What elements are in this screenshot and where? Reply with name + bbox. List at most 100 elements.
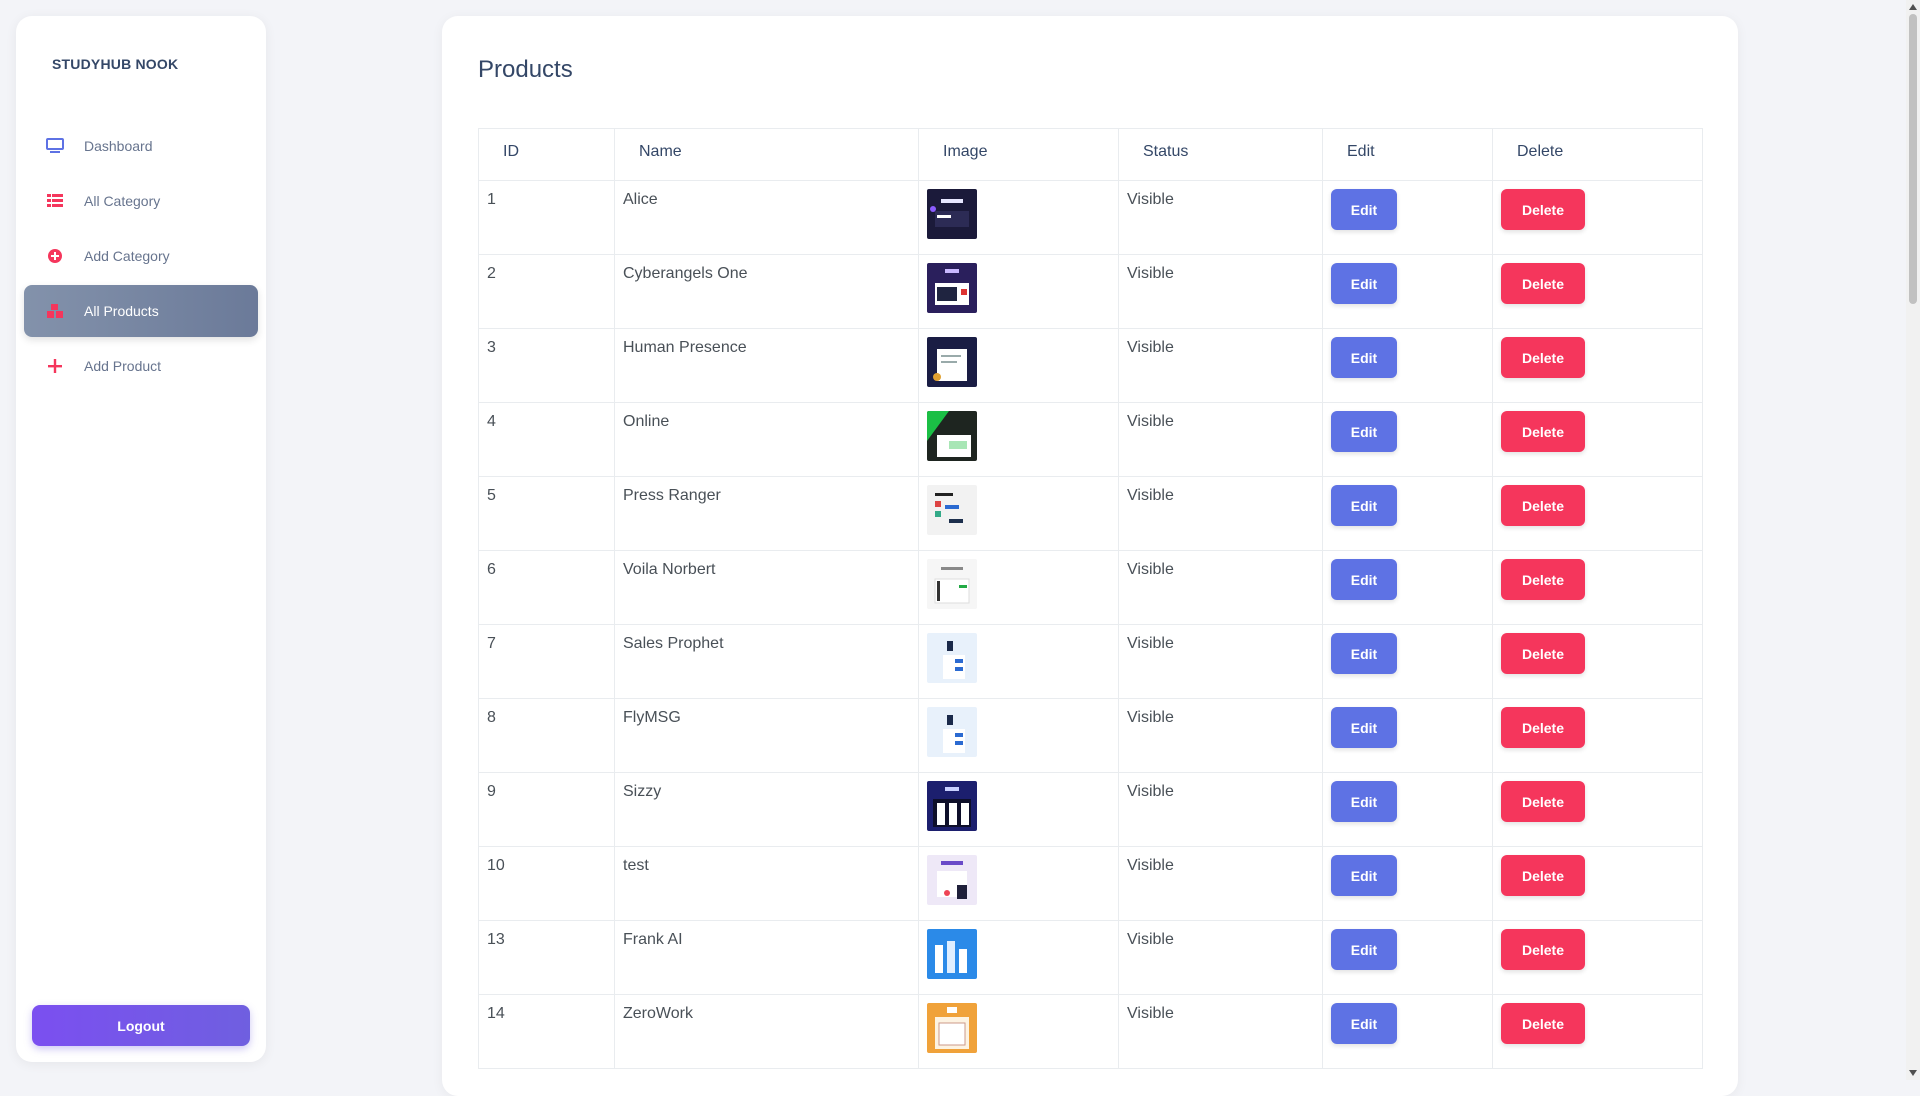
product-status: Visible	[1127, 265, 1174, 282]
edit-button[interactable]: Edit	[1331, 485, 1397, 526]
cell-name: Online	[614, 402, 919, 477]
delete-button[interactable]: Delete	[1501, 189, 1585, 230]
edit-button[interactable]: Edit	[1331, 929, 1397, 970]
cell-id: 2	[478, 254, 615, 329]
product-thumbnail	[927, 263, 977, 313]
product-id: 2	[487, 265, 496, 282]
table-body: 1 Alice Visible Edit Delete 2 Cyberangels One V…	[478, 180, 1703, 1069]
sidebar-nav: Dashboard All Category Add Category All …	[24, 120, 258, 395]
sidebar-item-label: Add Category	[84, 248, 170, 264]
sidebar-item-add-category[interactable]: Add Category	[24, 230, 258, 282]
product-thumbnail	[927, 781, 977, 831]
edit-button[interactable]: Edit	[1331, 559, 1397, 600]
cell-status: Visible	[1118, 476, 1323, 551]
delete-button[interactable]: Delete	[1501, 781, 1585, 822]
product-thumbnail	[927, 411, 977, 461]
product-status: Visible	[1127, 561, 1174, 578]
product-name: Frank AI	[623, 931, 683, 948]
sidebar-item-all-products[interactable]: All Products	[24, 285, 258, 337]
edit-button[interactable]: Edit	[1331, 707, 1397, 748]
delete-button[interactable]: Delete	[1501, 411, 1585, 452]
cell-delete: Delete	[1492, 994, 1703, 1069]
edit-button[interactable]: Edit	[1331, 855, 1397, 896]
product-name: FlyMSG	[623, 709, 681, 726]
column-header-id: ID	[478, 128, 615, 181]
sidebar-item-all-category[interactable]: All Category	[24, 175, 258, 227]
product-name: Cyberangels One	[623, 265, 748, 282]
column-header-status: Status	[1118, 128, 1323, 181]
page-title: Products	[478, 56, 573, 83]
cell-name: Press Ranger	[614, 476, 919, 551]
delete-button[interactable]: Delete	[1501, 485, 1585, 526]
edit-button[interactable]: Edit	[1331, 189, 1397, 230]
cell-edit: Edit	[1322, 846, 1493, 921]
cell-status: Visible	[1118, 772, 1323, 847]
product-status: Visible	[1127, 339, 1174, 356]
table-row: 5 Press Ranger Visible Edit Delete	[478, 476, 1703, 551]
delete-button[interactable]: Delete	[1501, 337, 1585, 378]
cell-status: Visible	[1118, 254, 1323, 329]
cell-status: Visible	[1118, 846, 1323, 921]
product-id: 14	[487, 1005, 505, 1022]
column-header-name: Name	[614, 128, 919, 181]
edit-button[interactable]: Edit	[1331, 781, 1397, 822]
table-row: 10 test Visible Edit Delete	[478, 846, 1703, 921]
delete-button[interactable]: Delete	[1501, 855, 1585, 896]
product-id: 8	[487, 709, 496, 726]
cell-id: 5	[478, 476, 615, 551]
cell-status: Visible	[1118, 550, 1323, 625]
product-thumbnail	[927, 929, 977, 979]
cell-name: Sizzy	[614, 772, 919, 847]
delete-button[interactable]: Delete	[1501, 559, 1585, 600]
cell-image	[918, 994, 1119, 1069]
edit-button[interactable]: Edit	[1331, 1003, 1397, 1044]
edit-button[interactable]: Edit	[1331, 263, 1397, 304]
product-id: 10	[487, 857, 505, 874]
edit-button[interactable]: Edit	[1331, 337, 1397, 378]
edit-button[interactable]: Edit	[1331, 411, 1397, 452]
product-thumbnail	[927, 559, 977, 609]
cell-edit: Edit	[1322, 698, 1493, 773]
cell-delete: Delete	[1492, 624, 1703, 699]
scrollbar-thumb[interactable]	[1909, 14, 1917, 304]
cell-image	[918, 846, 1119, 921]
edit-button[interactable]: Edit	[1331, 633, 1397, 674]
cell-image	[918, 698, 1119, 773]
delete-button[interactable]: Delete	[1501, 633, 1585, 674]
sidebar-item-add-product[interactable]: Add Product	[24, 340, 258, 392]
cell-id: 10	[478, 846, 615, 921]
cell-image	[918, 476, 1119, 551]
cell-edit: Edit	[1322, 476, 1493, 551]
cell-edit: Edit	[1322, 328, 1493, 403]
table-row: 13 Frank AI Visible Edit Delete	[478, 920, 1703, 995]
cell-edit: Edit	[1322, 920, 1493, 995]
logout-button[interactable]: Logout	[32, 1005, 250, 1046]
cell-image	[918, 254, 1119, 329]
products-table: ID Name Image Status Edit Delete 1 Alice V…	[478, 128, 1703, 1069]
page-scrollbar[interactable]	[1906, 0, 1920, 1080]
cell-id: 4	[478, 402, 615, 477]
delete-button[interactable]: Delete	[1501, 263, 1585, 304]
cell-id: 8	[478, 698, 615, 773]
product-thumbnail	[927, 485, 977, 535]
delete-button[interactable]: Delete	[1501, 929, 1585, 970]
cell-image	[918, 402, 1119, 477]
scroll-up-arrow-icon[interactable]	[1908, 2, 1918, 12]
cell-status: Visible	[1118, 994, 1323, 1069]
delete-button[interactable]: Delete	[1501, 1003, 1585, 1044]
delete-button[interactable]: Delete	[1501, 707, 1585, 748]
sidebar-item-dashboard[interactable]: Dashboard	[24, 120, 258, 172]
cell-id: 9	[478, 772, 615, 847]
scroll-down-arrow-icon[interactable]	[1908, 1068, 1918, 1078]
plus-circle-icon	[46, 247, 64, 265]
product-name: Online	[623, 413, 670, 430]
cell-delete: Delete	[1492, 180, 1703, 255]
cell-status: Visible	[1118, 180, 1323, 255]
boxes-icon	[46, 302, 64, 320]
column-header-image: Image	[918, 128, 1119, 181]
cell-name: Frank AI	[614, 920, 919, 995]
cell-delete: Delete	[1492, 402, 1703, 477]
cell-image	[918, 550, 1119, 625]
product-thumbnail	[927, 1003, 977, 1053]
cell-delete: Delete	[1492, 254, 1703, 329]
